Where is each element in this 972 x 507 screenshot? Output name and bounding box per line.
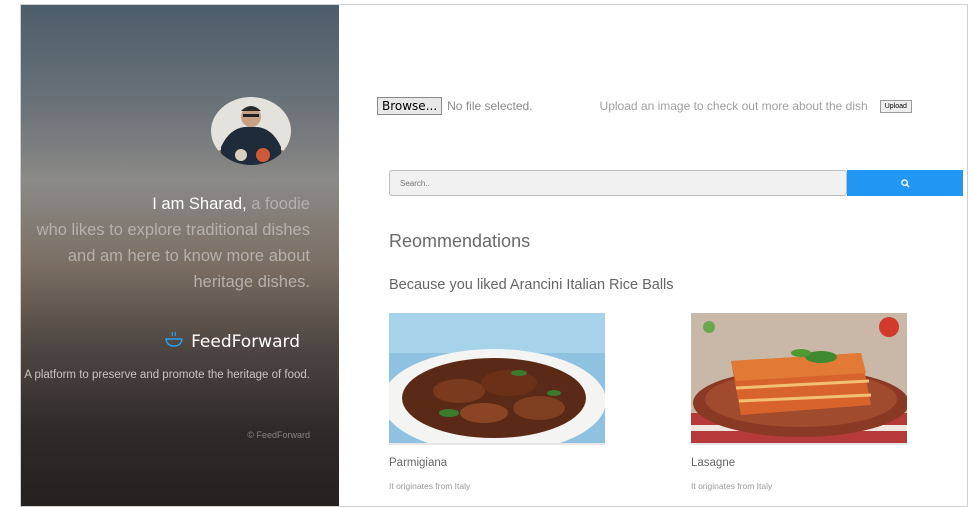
profile-sidebar: I am Sharad, a foodie who likes to explo… [21, 5, 339, 506]
dish-name[interactable]: Lasagne [691, 457, 907, 469]
recommendation-card[interactable]: Parmigiana It originates from Italy [389, 313, 605, 491]
copyright: © FeedForward [247, 430, 310, 440]
upload-hint: Upload an image to check out more about … [599, 99, 868, 113]
dish-name[interactable]: Parmigiana [389, 457, 605, 469]
bio-line-1: a foodie [246, 195, 310, 213]
dish-origin: It originates from Italy [691, 481, 773, 491]
dish-image[interactable] [691, 313, 907, 445]
tagline: A platform to preserve and promote the h… [24, 369, 310, 381]
search-icon [900, 176, 910, 191]
avatar [211, 97, 291, 165]
search-button[interactable] [847, 170, 963, 196]
bio-text: I am Sharad, a foodie who likes to explo… [21, 191, 311, 295]
browse-button[interactable]: Browse... [377, 97, 443, 115]
search-bar [389, 170, 963, 198]
recommendation-card[interactable]: Lasagne It originates from Italy [691, 313, 907, 491]
bio-line-3: and am here to know more about [67, 247, 310, 265]
avatar-photo [211, 97, 291, 165]
search-input[interactable] [389, 170, 847, 196]
brand[interactable]: FeedForward [165, 330, 300, 353]
dish-image[interactable] [389, 313, 605, 445]
recommendations-title: Reommendations [389, 231, 531, 251]
because-you-liked: Because you liked Arancini Italian Rice … [389, 277, 674, 293]
upload-row: Browse... No file selected. Upload an im… [377, 97, 912, 115]
main-content: Browse... No file selected. Upload an im… [339, 5, 967, 506]
app-window: I am Sharad, a foodie who likes to explo… [20, 4, 968, 507]
file-status: No file selected. [447, 99, 533, 113]
brand-name: FeedForward [191, 331, 300, 352]
bowl-icon [165, 330, 183, 353]
bio-line-4: heritage dishes. [193, 273, 311, 291]
dish-origin: It originates from Italy [389, 481, 471, 491]
upload-button[interactable]: Upload [879, 99, 912, 113]
user-name: I am Sharad, [152, 195, 247, 213]
bio-line-2: who likes to explore traditional dishes [36, 221, 310, 239]
